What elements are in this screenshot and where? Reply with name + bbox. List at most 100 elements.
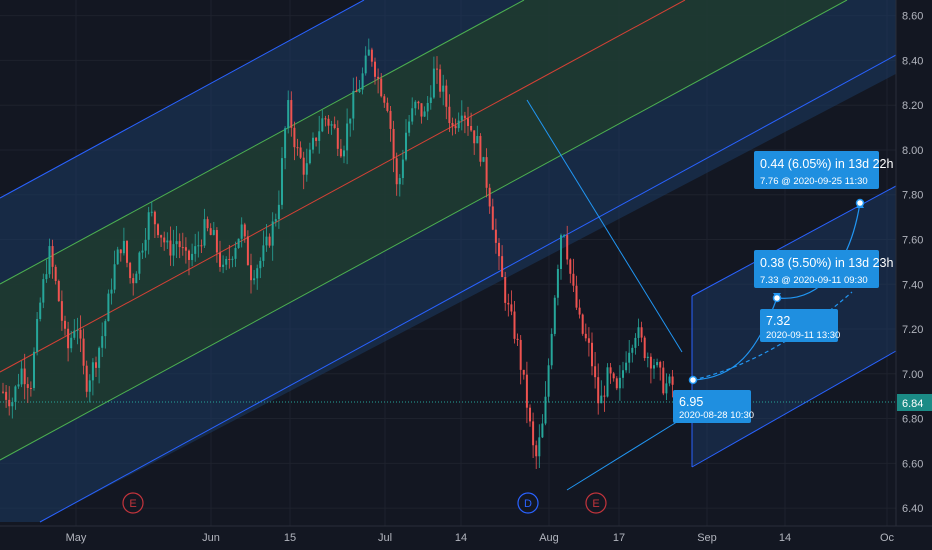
candle-body xyxy=(305,163,308,175)
candle-body xyxy=(225,258,228,265)
candle-body xyxy=(622,370,624,378)
candle-body xyxy=(367,49,370,56)
candle-body xyxy=(14,386,17,403)
candle-body xyxy=(643,337,646,359)
candle-body xyxy=(91,362,94,381)
candle-body xyxy=(668,376,671,384)
projection-callout-upper[interactable]: 0.44 (6.05%) in 13d 22h 7.76 @ 2020-09-2… xyxy=(754,151,893,189)
candle-body xyxy=(259,260,262,269)
candle-body xyxy=(563,235,566,237)
price-tick-label: 7.00 xyxy=(902,369,923,381)
price-tick-label: 6.60 xyxy=(902,458,923,470)
candle-body xyxy=(609,367,612,374)
callout-line1: 0.38 (5.50%) in 13d 23h xyxy=(760,256,893,270)
candle-body xyxy=(454,125,457,129)
candle-body xyxy=(618,377,621,389)
time-tick-label: 17 xyxy=(613,532,625,544)
price-tick-label: 8.40 xyxy=(902,55,923,67)
candle-body xyxy=(541,423,544,438)
earnings-marker[interactable]: E xyxy=(122,492,144,514)
candle-body xyxy=(271,221,274,246)
candle-body xyxy=(370,49,373,62)
candle-body xyxy=(308,149,311,164)
candle-body xyxy=(401,159,404,179)
candle-body xyxy=(482,157,485,162)
candle-body xyxy=(662,367,665,394)
price-chart[interactable]: 0.44 (6.05%) in 13d 22h 7.76 @ 2020-09-2… xyxy=(0,0,932,550)
candle-body xyxy=(488,187,491,207)
candle-body xyxy=(457,120,460,129)
candle-body xyxy=(386,102,389,111)
candle-body xyxy=(20,368,23,385)
candle-body xyxy=(516,338,519,340)
candle-body xyxy=(507,302,510,305)
candle-body xyxy=(200,245,203,247)
candle-body xyxy=(219,252,221,267)
candle-body xyxy=(8,399,11,407)
earnings-marker[interactable]: E xyxy=(585,492,607,514)
candle-body xyxy=(110,289,113,294)
candle-body xyxy=(569,259,572,274)
candle-body xyxy=(395,158,398,185)
candle-body xyxy=(206,219,209,229)
candle-body xyxy=(426,102,429,112)
callout-line1: 0.44 (6.05%) in 13d 22h xyxy=(760,157,893,171)
candle-body xyxy=(73,330,76,338)
dividend-marker[interactable]: D xyxy=(517,492,539,514)
candle-body xyxy=(67,328,70,349)
candle-body xyxy=(17,384,20,387)
candle-body xyxy=(615,378,618,389)
candle-body xyxy=(175,241,178,245)
candle-body xyxy=(628,352,631,363)
point-label-start[interactable]: 6.95 2020-08-28 10:30 xyxy=(673,390,754,423)
candle-body xyxy=(79,329,82,339)
candle-body xyxy=(160,235,163,238)
candle-body xyxy=(250,265,252,281)
candle-body xyxy=(70,337,73,349)
candle-body xyxy=(197,245,200,247)
candle-body xyxy=(237,238,240,248)
projection-callout-lower[interactable]: 0.38 (5.50%) in 13d 23h 7.33 @ 2020-09-1… xyxy=(754,250,893,288)
time-tick-label: Jun xyxy=(202,532,220,544)
candle-body xyxy=(169,240,172,256)
candle-body xyxy=(513,311,516,339)
candle-body xyxy=(575,285,578,308)
candle-body xyxy=(566,235,569,260)
anchor-point-end[interactable] xyxy=(855,198,865,208)
candle-body xyxy=(45,274,48,280)
candle-body xyxy=(203,219,206,246)
candle-body xyxy=(57,280,60,302)
candle-body xyxy=(587,338,590,343)
candle-body xyxy=(284,128,287,159)
candle-body xyxy=(172,244,175,256)
candle-body xyxy=(529,407,531,422)
price-tick-label: 8.60 xyxy=(902,11,923,23)
point-label-mid[interactable]: 7.32 2020-09-11 13:30 xyxy=(760,309,840,342)
candle-body xyxy=(501,256,504,277)
candle-body xyxy=(222,264,225,267)
time-tick-label: 15 xyxy=(284,532,296,544)
candle-body xyxy=(11,402,14,407)
candle-body xyxy=(358,89,361,92)
price-tick-label: 8.20 xyxy=(902,100,923,112)
candle-body xyxy=(101,336,104,348)
candle-body xyxy=(157,224,159,236)
candle-body xyxy=(54,266,57,281)
candle-body xyxy=(231,258,234,260)
candle-body xyxy=(138,252,141,274)
candle-body xyxy=(277,204,280,220)
candle-body xyxy=(606,367,609,397)
candle-body xyxy=(346,123,349,151)
candle-body xyxy=(2,391,4,393)
earnings-marker-label: E xyxy=(129,498,136,510)
candle-body xyxy=(656,362,659,366)
anchor-point-start[interactable] xyxy=(688,375,698,385)
candle-body xyxy=(132,278,135,284)
candle-body xyxy=(104,321,107,337)
candle-body xyxy=(116,249,119,265)
candle-body xyxy=(274,219,277,222)
anchor-point-mid[interactable] xyxy=(772,293,782,303)
callout-line2: 7.33 @ 2020-09-11 09:30 xyxy=(760,275,868,286)
candle-body xyxy=(135,273,138,284)
candle-body xyxy=(649,356,652,369)
